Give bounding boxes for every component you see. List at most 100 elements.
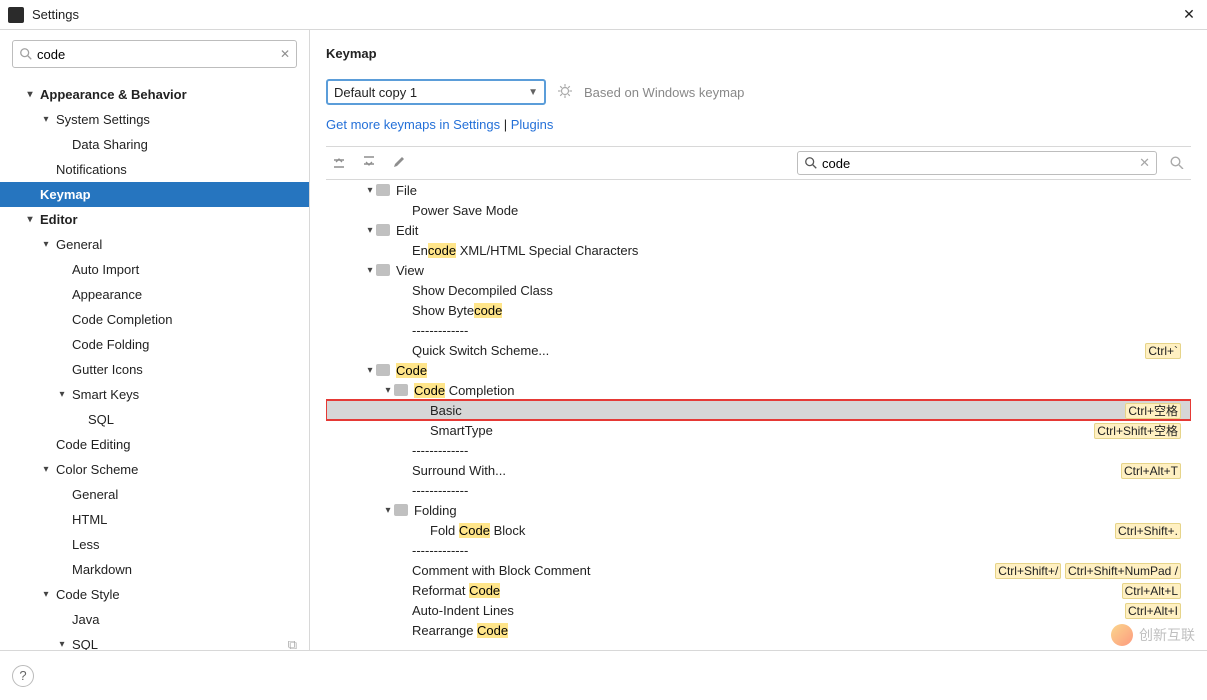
chevron-down-icon: ▼ (528, 87, 538, 98)
actions-search-input[interactable] (818, 156, 1139, 171)
sidebar-item[interactable]: ▾Editor (0, 207, 309, 232)
keymap-select-value: Default copy 1 (334, 85, 417, 100)
folder-icon (394, 384, 408, 396)
caret-icon: ▾ (40, 589, 52, 600)
keymap-row[interactable]: ▾View (326, 260, 1191, 280)
sidebar-item-label: Keymap (40, 187, 91, 202)
settings-search[interactable]: ✕ (12, 40, 297, 68)
keymap-row[interactable]: ------------- (326, 480, 1191, 500)
expand-all-icon[interactable] (330, 155, 348, 172)
caret-icon: ▾ (40, 239, 52, 250)
action-label: Power Save Mode (412, 203, 518, 218)
clear-actions-search-icon[interactable]: ✕ (1139, 155, 1150, 171)
action-label: View (396, 263, 424, 278)
sidebar-item[interactable]: Appearance (0, 282, 309, 307)
get-more-keymaps-link[interactable]: Get more keymaps in Settings (326, 117, 500, 132)
keymap-row[interactable]: Reformat CodeCtrl+Alt+L (326, 580, 1191, 600)
keymap-row[interactable]: ▾Edit (326, 220, 1191, 240)
sidebar-item[interactable]: Keymap (0, 182, 309, 207)
keymap-row[interactable]: Quick Switch Scheme... Ctrl+` (326, 340, 1191, 360)
keymap-row[interactable]: ▾Folding (326, 500, 1191, 520)
shortcut-list: Ctrl+Shift+/ Ctrl+Shift+NumPad / (995, 563, 1181, 578)
keymap-row[interactable]: ▾File (326, 180, 1191, 200)
plugins-link[interactable]: Plugins (511, 117, 554, 132)
sidebar-item[interactable]: ▾System Settings (0, 107, 309, 132)
sidebar-item-label: Appearance (72, 287, 142, 302)
gear-icon[interactable] (558, 84, 572, 101)
keymap-row[interactable]: Auto-Indent LinesCtrl+Alt+I (326, 600, 1191, 620)
sidebar-item[interactable]: Markdown (0, 557, 309, 582)
keymap-row[interactable]: SmartTypeCtrl+Shift+空格 (326, 420, 1191, 440)
keymap-row[interactable]: Rearrange Code (326, 620, 1191, 640)
action-label: Rearrange Code (412, 623, 508, 638)
settings-tree[interactable]: ▾Appearance & Behavior▾System SettingsDa… (0, 78, 309, 650)
caret-icon: ▾ (56, 639, 68, 650)
caret-icon: ▾ (364, 225, 376, 236)
keymap-row[interactable]: Show Decompiled Class (326, 280, 1191, 300)
sidebar-item[interactable]: ▾SQL⧉ (0, 632, 309, 650)
sidebar-item[interactable]: ▾Code Style (0, 582, 309, 607)
sidebar-item[interactable]: Less (0, 532, 309, 557)
sidebar-item[interactable]: Auto Import (0, 257, 309, 282)
sidebar-item[interactable]: ▾General (0, 232, 309, 257)
keymap-row[interactable]: ▾Code Completion (326, 380, 1191, 400)
scheme-override-icon: ⧉ (288, 637, 297, 651)
keymap-row[interactable]: ------------- (326, 440, 1191, 460)
keymap-row[interactable]: Show Bytecode (326, 300, 1191, 320)
action-label: Quick Switch Scheme... (412, 343, 549, 358)
edit-icon[interactable] (390, 155, 408, 172)
sidebar-item[interactable]: Data Sharing (0, 132, 309, 157)
caret-icon: ▾ (24, 89, 36, 100)
folder-icon (376, 264, 390, 276)
settings-sidebar: ✕ ▾Appearance & Behavior▾System Settings… (0, 30, 310, 650)
settings-search-input[interactable] (33, 47, 276, 62)
shortcut-list: Ctrl+Alt+I (1125, 603, 1181, 618)
clear-search-icon[interactable]: ✕ (280, 47, 290, 61)
sidebar-item[interactable]: SQL (0, 407, 309, 432)
close-icon[interactable]: ✕ (1179, 6, 1199, 23)
collapse-all-icon[interactable] (360, 155, 378, 172)
sidebar-item[interactable]: ▾Smart Keys (0, 382, 309, 407)
settings-content: Keymap Default copy 1 ▼ Based on Windows… (310, 30, 1207, 650)
find-by-shortcut-icon[interactable] (1169, 155, 1187, 172)
sidebar-item[interactable]: Code Completion (0, 307, 309, 332)
keymap-row[interactable]: Surround With...Ctrl+Alt+T (326, 460, 1191, 480)
shortcut-list: Ctrl+` (1145, 343, 1181, 358)
actions-search[interactable]: ✕ (797, 151, 1157, 175)
sidebar-item[interactable]: General (0, 482, 309, 507)
caret-icon: ▾ (40, 464, 52, 475)
keymap-row[interactable]: ------------- (326, 540, 1191, 560)
sidebar-item[interactable]: ▾Appearance & Behavior (0, 82, 309, 107)
keymap-tree[interactable]: ▾File Power Save Mode ▾Edit Encode XML/HTML… (326, 180, 1191, 650)
keymap-row[interactable]: Power Save Mode (326, 200, 1191, 220)
sidebar-item[interactable]: Gutter Icons (0, 357, 309, 382)
folder-icon (394, 504, 408, 516)
window-title: Settings (32, 7, 79, 22)
sidebar-item[interactable]: Code Folding (0, 332, 309, 357)
sidebar-item[interactable]: ▾Color Scheme (0, 457, 309, 482)
shortcut-chip: Ctrl+Alt+I (1125, 603, 1181, 619)
sidebar-item-label: HTML (72, 512, 107, 527)
keymap-select[interactable]: Default copy 1 ▼ (326, 79, 546, 105)
sidebar-item-label: Gutter Icons (72, 362, 143, 377)
keymap-row[interactable]: ------------- (326, 320, 1191, 340)
sidebar-item-label: Java (72, 612, 99, 627)
folder-icon (376, 184, 390, 196)
based-on-label: Based on Windows keymap (584, 85, 744, 100)
dialog-footer: ? (0, 650, 1207, 700)
shortcut-chip: Ctrl+` (1145, 343, 1181, 359)
keymap-row[interactable]: Encode XML/HTML Special Characters (326, 240, 1191, 260)
sidebar-item[interactable]: Java (0, 607, 309, 632)
keymap-row[interactable]: Fold Code BlockCtrl+Shift+. (326, 520, 1191, 540)
keymap-row[interactable]: BasicCtrl+空格 (326, 400, 1191, 420)
sidebar-item[interactable]: HTML (0, 507, 309, 532)
sidebar-item[interactable]: Code Editing (0, 432, 309, 457)
sidebar-item[interactable]: Notifications (0, 157, 309, 182)
action-label: Encode XML/HTML Special Characters (412, 243, 638, 258)
keymap-row[interactable]: Comment with Block CommentCtrl+Shift+/ C… (326, 560, 1191, 580)
help-button[interactable]: ? (12, 665, 34, 687)
titlebar: Settings ✕ (0, 0, 1207, 30)
action-label: Surround With... (412, 463, 506, 478)
sidebar-item-label: System Settings (56, 112, 150, 127)
keymap-row[interactable]: ▾Code (326, 360, 1191, 380)
